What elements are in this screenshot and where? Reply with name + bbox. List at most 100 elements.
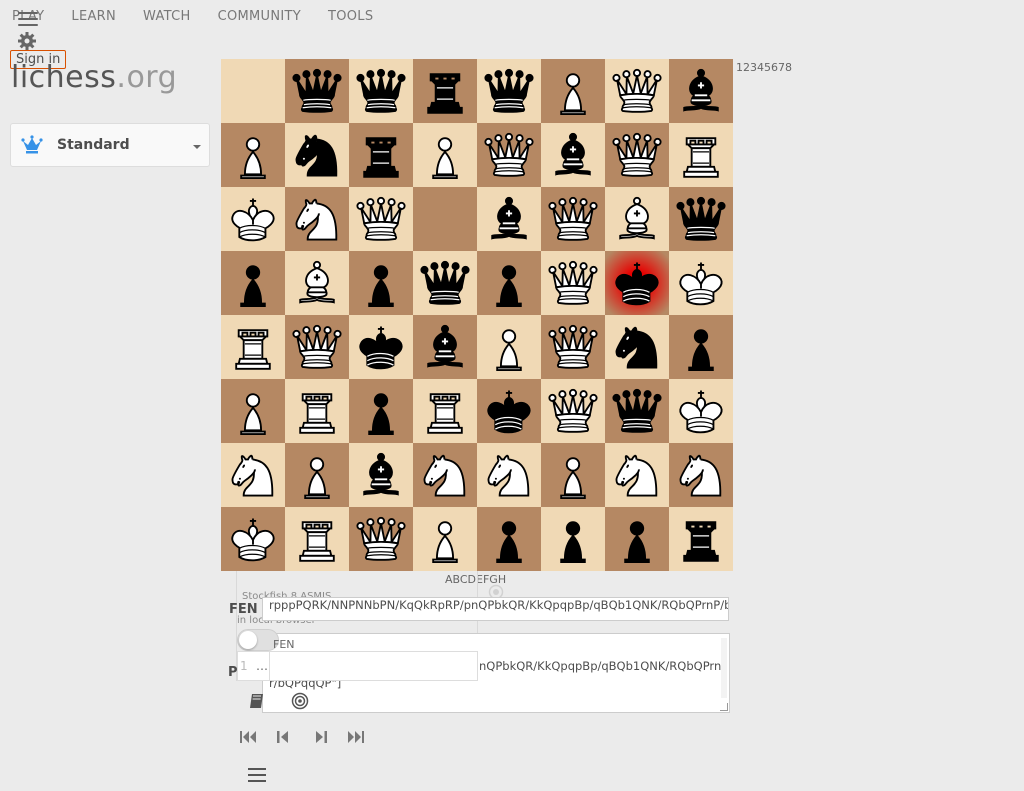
black-bishop-icon[interactable] <box>545 127 601 183</box>
black-bishop-icon[interactable] <box>353 447 409 503</box>
hamburger-icon[interactable] <box>18 12 38 26</box>
board-square[interactable] <box>477 315 541 379</box>
next-move-icon[interactable] <box>311 729 331 745</box>
board-square[interactable] <box>669 123 733 187</box>
board-square[interactable] <box>285 507 349 571</box>
white-queen-icon[interactable] <box>545 319 601 375</box>
board-square[interactable] <box>349 59 413 123</box>
white-pawn-icon[interactable] <box>417 127 473 183</box>
board-square[interactable] <box>541 251 605 315</box>
black-queen-icon[interactable] <box>609 383 665 439</box>
black-bishop-icon[interactable] <box>673 63 729 119</box>
white-queen-icon[interactable] <box>545 191 601 247</box>
black-bishop-icon[interactable] <box>417 319 473 375</box>
board-square[interactable] <box>349 379 413 443</box>
book-icon[interactable] <box>248 692 266 710</box>
board-square[interactable] <box>221 251 285 315</box>
board-square[interactable] <box>605 187 669 251</box>
white-rook-icon[interactable] <box>289 383 345 439</box>
board-square[interactable] <box>541 187 605 251</box>
black-pawn-icon[interactable] <box>673 319 729 375</box>
nav-watch[interactable]: WATCH <box>143 9 191 24</box>
white-queen-icon[interactable] <box>353 191 409 247</box>
black-queen-icon[interactable] <box>417 255 473 311</box>
board-square[interactable] <box>605 251 669 315</box>
black-pawn-icon[interactable] <box>609 511 665 567</box>
nav-tools[interactable]: TOOLS <box>328 9 373 24</box>
white-pawn-icon[interactable] <box>481 319 537 375</box>
black-rook-icon[interactable] <box>353 127 409 183</box>
board-square[interactable] <box>413 443 477 507</box>
white-knight-icon[interactable] <box>417 447 473 503</box>
board-square[interactable] <box>541 507 605 571</box>
black-king-icon[interactable] <box>353 319 409 375</box>
white-king-icon[interactable] <box>673 255 729 311</box>
white-pawn-icon[interactable] <box>225 383 281 439</box>
board-square[interactable] <box>477 251 541 315</box>
board-square[interactable] <box>605 379 669 443</box>
board-square[interactable] <box>221 123 285 187</box>
board-square[interactable] <box>605 123 669 187</box>
board-square[interactable] <box>605 59 669 123</box>
board-square[interactable] <box>477 59 541 123</box>
board-square[interactable] <box>349 443 413 507</box>
board-square[interactable] <box>221 379 285 443</box>
board-square[interactable] <box>349 187 413 251</box>
white-knight-icon[interactable] <box>609 447 665 503</box>
board-square[interactable] <box>285 123 349 187</box>
board-square[interactable] <box>669 315 733 379</box>
board-square[interactable] <box>541 443 605 507</box>
white-queen-icon[interactable] <box>545 255 601 311</box>
gear-icon[interactable] <box>17 31 37 51</box>
black-king-icon[interactable] <box>481 383 537 439</box>
black-rook-icon[interactable] <box>673 511 729 567</box>
white-king-icon[interactable] <box>225 191 281 247</box>
white-pawn-icon[interactable] <box>225 127 281 183</box>
board-square[interactable] <box>669 507 733 571</box>
white-bishop-icon[interactable] <box>289 255 345 311</box>
board-square[interactable] <box>605 443 669 507</box>
board-square[interactable] <box>221 59 285 123</box>
board-square[interactable] <box>349 251 413 315</box>
board-square[interactable] <box>477 187 541 251</box>
white-king-icon[interactable] <box>673 383 729 439</box>
black-pawn-icon[interactable] <box>481 511 537 567</box>
board-square[interactable] <box>221 315 285 379</box>
board-square[interactable] <box>413 123 477 187</box>
white-knight-icon[interactable] <box>225 447 281 503</box>
black-rook-icon[interactable] <box>417 63 473 119</box>
board-square[interactable] <box>413 251 477 315</box>
resize-handle[interactable] <box>720 703 728 711</box>
black-pawn-icon[interactable] <box>353 255 409 311</box>
chess-board[interactable] <box>221 59 733 571</box>
board-square[interactable] <box>477 507 541 571</box>
black-knight-icon[interactable] <box>609 319 665 375</box>
nav-community[interactable]: COMMUNITY <box>218 9 301 24</box>
engine-moves-row[interactable]: 1 … <box>237 651 478 681</box>
board-square[interactable] <box>541 379 605 443</box>
white-knight-icon[interactable] <box>481 447 537 503</box>
white-rook-icon[interactable] <box>673 127 729 183</box>
white-queen-icon[interactable] <box>609 63 665 119</box>
fen-input[interactable]: rpppPQRK/NNPNNbPN/KqQkRpRP/pnQPbkQR/KkQp… <box>262 597 729 621</box>
white-rook-icon[interactable] <box>289 511 345 567</box>
board-square[interactable] <box>349 315 413 379</box>
white-pawn-icon[interactable] <box>545 63 601 119</box>
white-pawn-icon[interactable] <box>417 511 473 567</box>
board-square[interactable] <box>285 315 349 379</box>
board-square[interactable] <box>221 187 285 251</box>
board-square[interactable] <box>221 507 285 571</box>
board-square[interactable] <box>413 59 477 123</box>
site-logo[interactable]: lichess.org <box>11 60 177 95</box>
board-square[interactable] <box>669 187 733 251</box>
black-pawn-icon[interactable] <box>545 511 601 567</box>
board-square[interactable] <box>477 123 541 187</box>
board-square[interactable] <box>477 379 541 443</box>
black-pawn-icon[interactable] <box>481 255 537 311</box>
white-rook-icon[interactable] <box>417 383 473 439</box>
board-square[interactable] <box>413 315 477 379</box>
black-queen-icon[interactable] <box>353 63 409 119</box>
board-square[interactable] <box>221 443 285 507</box>
white-queen-icon[interactable] <box>609 127 665 183</box>
black-queen-icon[interactable] <box>481 63 537 119</box>
